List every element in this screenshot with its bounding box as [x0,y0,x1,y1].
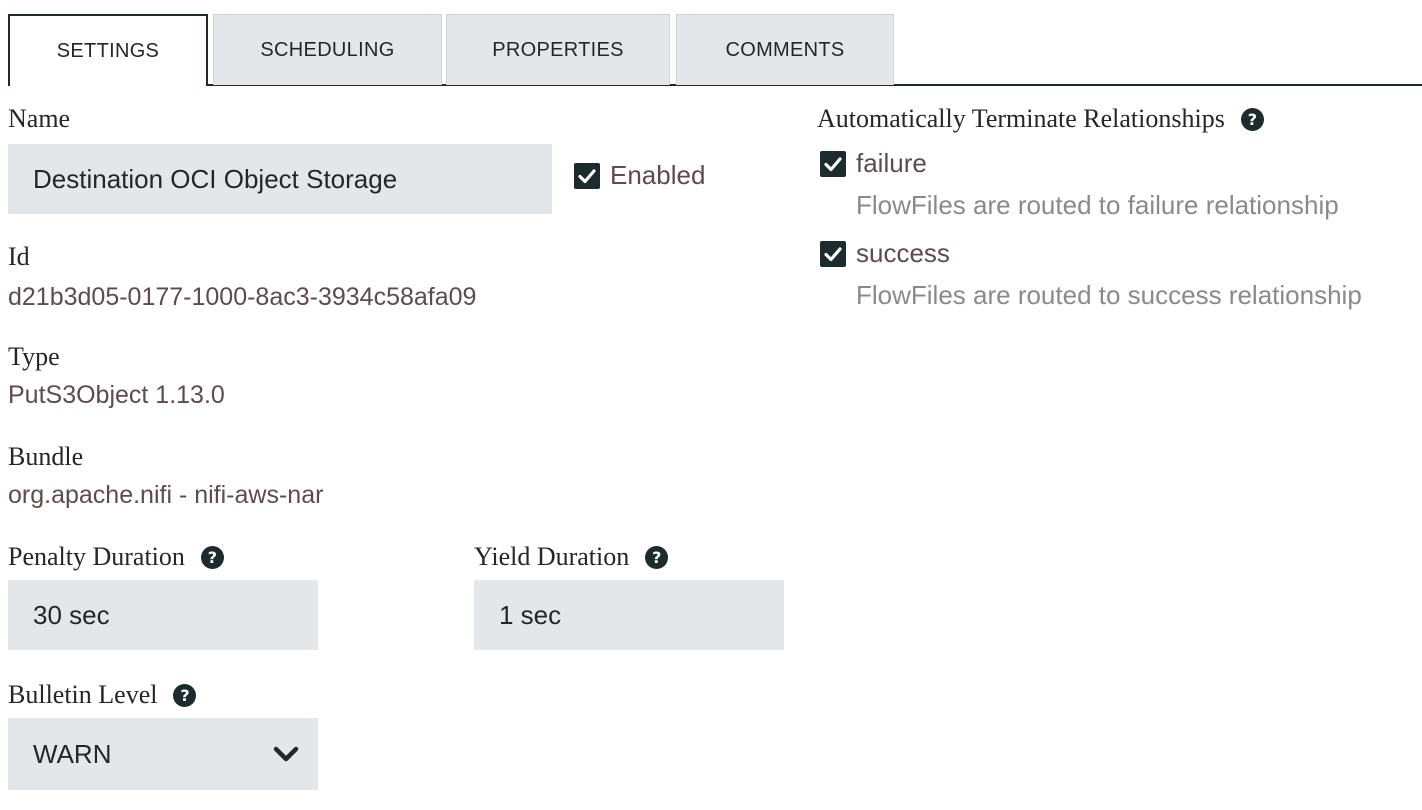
relationship-failure-name: failure [856,148,927,178]
penalty-duration-value: 30 sec [33,599,110,630]
type-label: Type [8,342,60,372]
name-input[interactable]: Destination OCI Object Storage [8,144,552,214]
yield-duration-input[interactable]: 1 sec [474,580,784,650]
enabled-label: Enabled [610,160,706,190]
name-label: Name [8,104,70,134]
name-input-value: Destination OCI Object Storage [33,163,398,194]
penalty-duration-label-text: Penalty Duration [8,542,185,571]
name-label-text: Name [8,104,71,133]
relationship-failure[interactable]: failure [820,148,927,179]
id-label: Id [8,242,30,272]
enabled-toggle[interactable]: Enabled [574,160,705,191]
bulletin-level-select[interactable]: WARN [8,718,318,790]
type-value: PutS3Object 1.13.0 [8,381,225,409]
enabled-checkbox[interactable] [574,162,600,189]
id-label-text: Id [8,242,30,271]
relationship-success-description: FlowFiles are routed to success relation… [856,280,1362,310]
yield-duration-label: Yield Duration ? [474,542,669,572]
tab-scheduling[interactable]: SCHEDULING [213,14,442,85]
bulletin-level-value: WARN [33,738,112,769]
checkmark-icon [578,168,596,183]
yield-duration-label-text: Yield Duration [474,542,630,571]
relationship-success-checkbox[interactable] [820,240,846,267]
bulletin-level-label: Bulletin Level ? [8,680,197,710]
penalty-duration-input[interactable]: 30 sec [8,580,318,650]
bundle-label-text: Bundle [8,442,84,471]
checkmark-icon [824,246,842,261]
processor-configuration-panel: SETTINGS SCHEDULING PROPERTIES COMMENTS … [0,0,1422,810]
auto-terminate-relationships-title: Automatically Terminate Relationships [817,104,1225,133]
id-value: d21b3d05-0177-1000-8ac3-3934c58afa09 [8,283,477,311]
bundle-value: org.apache.nifi - nifi-aws-nar [8,481,324,509]
tab-settings[interactable]: SETTINGS [8,14,208,86]
question-circle-icon[interactable]: ? [645,545,669,569]
auto-terminate-relationships-label: Automatically Terminate Relationships ? [817,104,1264,134]
relationship-success-name: success [856,238,950,268]
question-circle-icon[interactable]: ? [173,683,197,707]
checkmark-icon [824,156,842,171]
tab-properties[interactable]: PROPERTIES [446,14,670,85]
relationship-failure-checkbox[interactable] [820,150,846,177]
bundle-label: Bundle [8,442,83,472]
penalty-duration-label: Penalty Duration ? [8,542,224,572]
question-circle-icon[interactable]: ? [1240,107,1264,131]
relationship-failure-description: FlowFiles are routed to failure relation… [856,190,1339,220]
question-circle-icon[interactable]: ? [200,545,224,569]
relationship-success[interactable]: success [820,238,950,269]
tab-comments[interactable]: COMMENTS [676,14,894,85]
type-label-text: Type [8,342,60,371]
chevron-down-icon [273,746,299,762]
yield-duration-value: 1 sec [499,599,562,630]
bulletin-level-label-text: Bulletin Level [8,680,158,709]
